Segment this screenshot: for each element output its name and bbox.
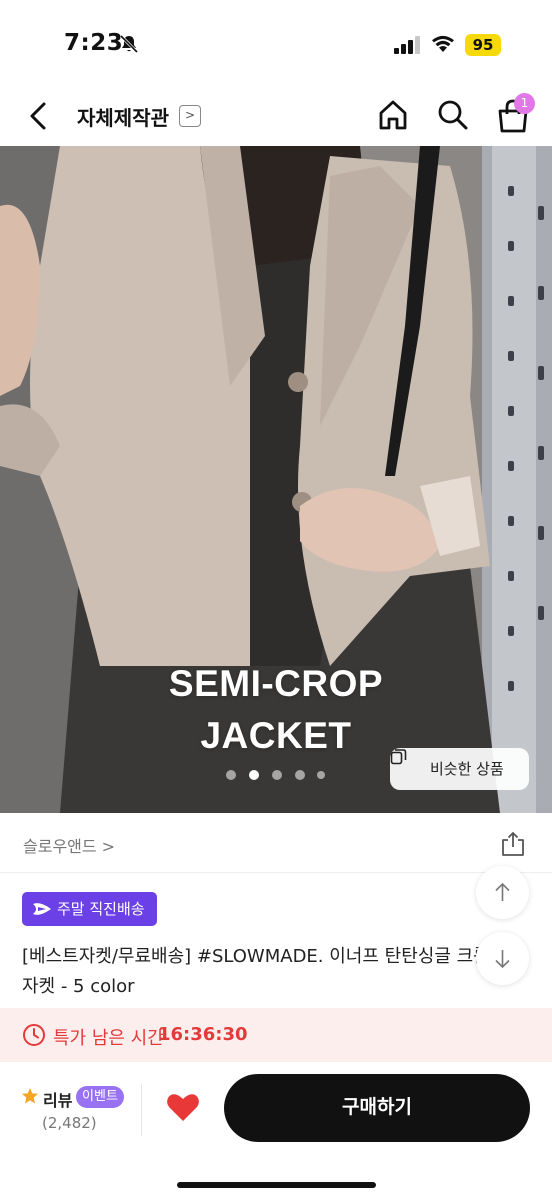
cart-count-badge: 1 — [514, 93, 535, 114]
delivery-badge: 주말 직진배송 — [22, 892, 157, 926]
status-bar: 7:23 95 — [0, 0, 552, 90]
share-icon[interactable] — [500, 831, 526, 857]
similar-products-button[interactable]: 비슷한 상품 — [390, 748, 529, 790]
brand-row: 슬로우앤드 > — [0, 813, 552, 873]
back-icon[interactable] — [20, 98, 56, 134]
store-name-link[interactable]: 자체제작관 — [77, 102, 169, 131]
copy-icon — [390, 749, 407, 765]
search-icon[interactable] — [436, 98, 470, 132]
arrow-down-icon — [495, 950, 510, 969]
status-time: 7:23 — [64, 30, 124, 56]
product-image-carousel[interactable]: SEMI-CROP JACKET 비슷한 상품 — [0, 146, 552, 813]
buy-button[interactable]: 구매하기 — [224, 1074, 530, 1142]
scroll-bottom-button[interactable] — [476, 932, 529, 985]
carousel-dot[interactable] — [317, 771, 325, 779]
carousel-dot[interactable] — [295, 770, 305, 780]
carousel-dot-active[interactable] — [249, 770, 259, 780]
clock-icon — [23, 1024, 45, 1046]
carousel-dot[interactable] — [272, 770, 282, 780]
wifi-icon — [432, 35, 454, 52]
home-indicator — [177, 1182, 376, 1188]
battery-icon: 95 — [465, 34, 501, 56]
delivery-icon — [33, 903, 51, 915]
carousel-dot[interactable] — [226, 770, 236, 780]
chevron-right-icon[interactable]: > — [179, 105, 201, 127]
app-header: 자체제작관 > 1 — [0, 90, 552, 146]
review-count[interactable]: (2,482) — [42, 1114, 97, 1132]
delivery-badge-label: 주말 직진배송 — [57, 900, 145, 918]
similar-products-label: 비슷한 상품 — [430, 760, 504, 778]
heart-icon[interactable] — [166, 1092, 200, 1122]
brand-link[interactable]: 슬로우앤드 > — [23, 833, 115, 857]
signal-icon — [394, 36, 420, 54]
star-icon — [22, 1088, 38, 1104]
scroll-top-button[interactable] — [476, 866, 529, 919]
product-title: [베스트자켓/무료배송] #SLOWMADE. 이너프 탄탄싱글 크롭자켓 - … — [22, 946, 490, 997]
arrow-up-icon — [495, 882, 510, 901]
timer-value: 16:36:30 — [158, 1024, 248, 1045]
home-icon[interactable] — [376, 98, 410, 132]
hero-title-line1: SEMI-CROP — [168, 663, 384, 704]
event-badge: 이벤트 — [76, 1086, 124, 1108]
hero-title: SEMI-CROP JACKET — [0, 658, 552, 762]
bell-off-icon — [119, 34, 139, 54]
sale-timer-bar: 특가 남은 시간 16:36:30 — [0, 1008, 552, 1062]
divider — [141, 1084, 142, 1136]
timer-label: 특가 남은 시간 — [53, 1028, 164, 1049]
review-label[interactable]: 리뷰 — [43, 1087, 72, 1111]
bottom-action-bar: 리뷰 이벤트 (2,482) 구매하기 — [0, 1062, 552, 1200]
